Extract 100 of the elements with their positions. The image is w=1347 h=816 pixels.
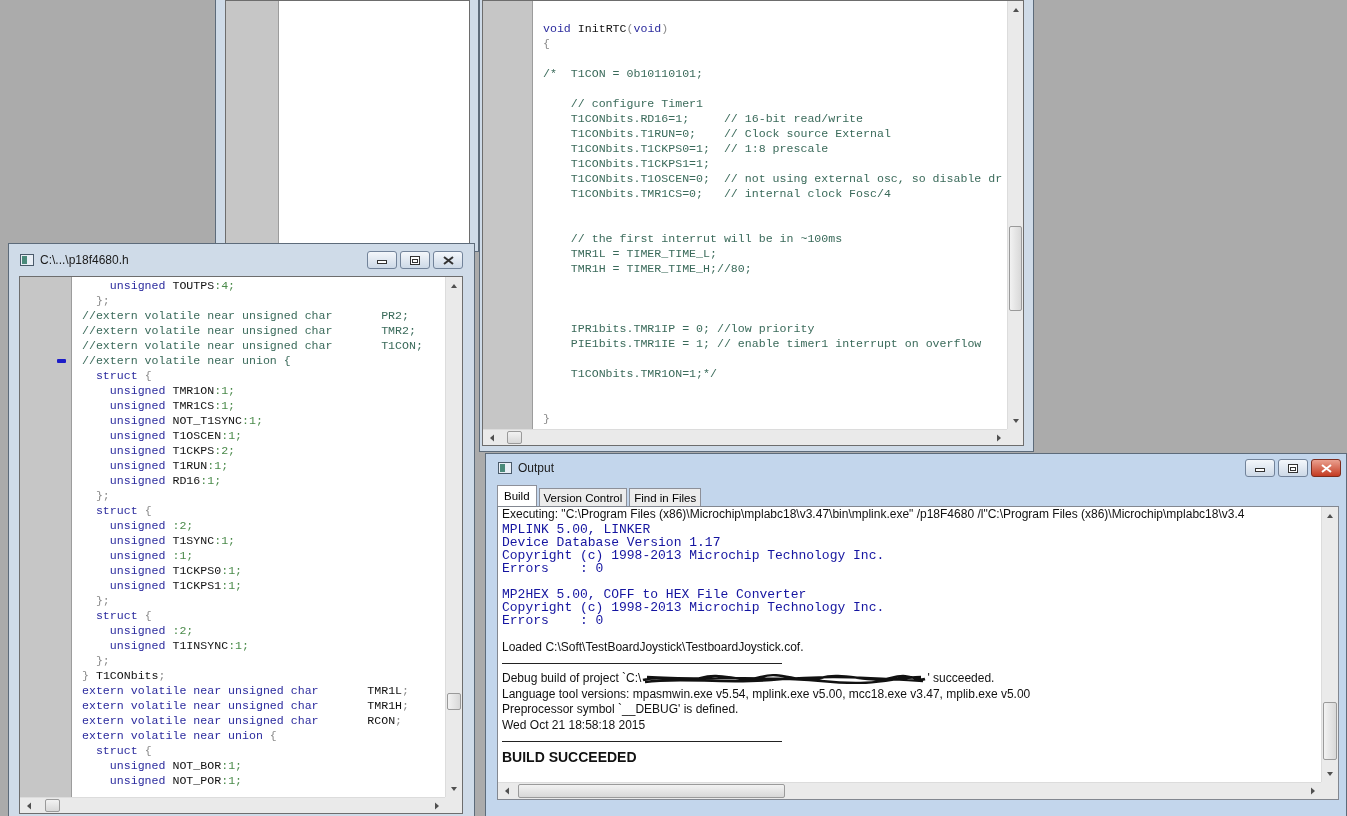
minimize-button[interactable] — [367, 251, 397, 269]
code-line: } T1CONbits; — [82, 668, 166, 683]
horizontal-scrollbar[interactable] — [20, 797, 445, 813]
code-line: unsigned T1CKPS:2; — [108, 443, 236, 458]
output-line: Wed Oct 21 18:58:18 2015 — [502, 717, 647, 733]
code-line: extern volatile near unsigned char TMR1H; — [82, 698, 410, 713]
minimize-button[interactable] — [1245, 459, 1275, 477]
scroll-up-icon — [1011, 6, 1020, 13]
code-line: //extern volatile near unsigned char TMR2; — [82, 323, 416, 338]
code-line: unsigned NOT_BOR:1; — [108, 758, 243, 773]
code-line: unsigned :2; — [108, 623, 194, 638]
output-line: Copyright (c) 1998-2013 Microchip Technology Inc. — [502, 548, 886, 562]
code-line: T1CONbits.T1RUN=0; // Clock source External — [569, 126, 891, 141]
code-line: IPR1bits.TMR1IP = 0; //low priority — [569, 321, 815, 336]
output-line: Device Database Version 1.17 — [502, 535, 722, 549]
horizontal-scrollbar[interactable] — [483, 429, 1007, 445]
output-line: MPLINK 5.00, LINKER — [502, 522, 652, 536]
maximize-icon — [1288, 463, 1298, 473]
maximize-icon — [410, 255, 420, 265]
window-title: C:\...\p18f4680.h — [40, 253, 130, 267]
code-line: extern volatile near union { — [82, 728, 277, 743]
code-line: struct { — [94, 503, 152, 518]
output-line: Errors : 0 — [502, 561, 605, 575]
code-line: unsigned TMR1ON:1; — [108, 383, 236, 398]
code-line: extern volatile near unsigned char RCON; — [82, 713, 403, 728]
maximize-button[interactable] — [1278, 459, 1308, 477]
output-text: ' succeeded. — [927, 671, 995, 687]
code-line: unsigned :1; — [108, 548, 194, 563]
scroll-thumb[interactable] — [507, 431, 522, 444]
code-line: struct { — [94, 368, 152, 383]
code-line: unsigned RD16:1; — [108, 473, 222, 488]
window-icon — [20, 254, 34, 266]
tab[interactable]: Find in Files — [629, 488, 702, 506]
code-line: extern volatile near unsigned char TMR1L; — [82, 683, 410, 698]
output-line: Errors : 0 — [502, 613, 605, 627]
output-text: Debug build of project `C:\ — [502, 671, 642, 687]
code-line: unsigned TMR1CS:1; — [108, 398, 236, 413]
output-line: Executing: "C:\Program Files (x86)\Microchip\mplabc18\v3.47\bin\mplink.exe" /p18F4680 /l"C:\Program Files (x86)\Microchip\mplabc18\v3.4 — [502, 507, 1246, 523]
scroll-up-icon — [1326, 512, 1334, 519]
tab[interactable]: Build — [497, 485, 537, 506]
code-line: unsigned NOT_T1SYNC:1; — [108, 413, 263, 428]
code-line: //extern volatile near union { — [82, 353, 291, 368]
scroll-thumb[interactable] — [518, 784, 785, 798]
code-line: }; — [94, 488, 110, 503]
output-line: Loaded C:\Soft\TestBoardJoystick\TestboardJoystick.cof. — [502, 639, 805, 655]
code-line: //extern volatile near unsigned char T1CON; — [82, 338, 423, 353]
code-line: // the first interrut will be in ~100ms — [569, 231, 843, 246]
scroll-right-icon — [433, 801, 440, 810]
code-line: T1CONbits.TMR1CS=0; // internal clock Fosc/4 — [569, 186, 891, 201]
code-line: unsigned T1CKPS1:1; — [108, 578, 243, 593]
code-line: }; — [94, 593, 110, 608]
code-line: /* T1CON = 0b10110101; — [543, 66, 704, 81]
code-line: unsigned TOUTPS:4; — [108, 278, 236, 293]
scroll-left-icon — [25, 801, 32, 810]
scroll-thumb[interactable] — [447, 693, 461, 710]
code-line: { — [543, 36, 550, 51]
tab[interactable]: Version Control — [538, 488, 628, 506]
code-line: }; — [94, 653, 110, 668]
code-line: struct { — [94, 608, 152, 623]
scroll-down-icon — [450, 785, 458, 792]
build-result: BUILD SUCCEEDED — [502, 749, 638, 766]
scroll-right-icon — [995, 433, 1002, 442]
code-line: T1CONbits.T1CKPS0=1; // 1:8 prescale — [569, 141, 829, 156]
code-line: void InitRTC(void) — [543, 21, 669, 36]
window-icon — [498, 462, 512, 474]
code-line: unsigned T1RUN:1; — [108, 458, 229, 473]
code-line: //extern volatile near unsigned char PR2; — [82, 308, 409, 323]
scroll-thumb[interactable] — [1323, 702, 1337, 760]
scroll-right-icon — [1309, 787, 1316, 795]
scroll-left-icon — [503, 787, 510, 795]
output-line: Copyright (c) 1998-2013 Microchip Technology Inc. — [502, 600, 886, 614]
window-title: Output — [518, 461, 556, 475]
scroll-thumb[interactable] — [1009, 226, 1022, 311]
output-line: Language tool versions: mpasmwin.exe v5.54, mplink.exe v5.00, mcc18.exe v3.47, mplib.exe v5.00 — [502, 686, 1032, 702]
code-line: T1CONbits.T1CKPS1=1; — [569, 156, 710, 171]
code-line: unsigned T1CKPS0:1; — [108, 563, 243, 578]
code-line: unsigned T1SYNC:1; — [108, 533, 236, 548]
code-line: TMR1L = TIMER_TIME_L; — [569, 246, 717, 261]
maximize-button[interactable] — [400, 251, 430, 269]
code-line: T1CONbits.T1OSCEN=0; // not using external osc, so disable dr — [569, 171, 1003, 186]
code-line: TMR1H = TIMER_TIME_H;//80; — [569, 261, 752, 276]
code-line: unsigned NOT_POR:1; — [108, 773, 243, 788]
code-line: unsigned T1INSYNC:1; — [108, 638, 249, 653]
code-line: PIE1bits.TMR1IE = 1; // enable timer1 interrupt on overflow — [569, 336, 982, 351]
scroll-up-icon — [450, 282, 458, 289]
vertical-scrollbar[interactable] — [1007, 1, 1023, 429]
scroll-down-icon — [1326, 770, 1334, 777]
code-line: unsigned :2; — [108, 518, 194, 533]
horizontal-scrollbar[interactable] — [498, 782, 1321, 799]
code-line: // configure Timer1 — [569, 96, 704, 111]
code-line: T1CONbits.RD16=1; // 16-bit read/write — [569, 111, 864, 126]
close-icon — [1320, 463, 1332, 473]
close-button[interactable] — [1311, 459, 1341, 477]
code-line: } — [543, 411, 550, 426]
vertical-scrollbar[interactable] — [445, 277, 462, 797]
scroll-thumb[interactable] — [45, 799, 60, 812]
output-line: Preprocessor symbol `__DEBUG' is defined. — [502, 702, 740, 718]
scroll-left-icon — [488, 433, 495, 442]
close-button[interactable] — [433, 251, 463, 269]
vertical-scrollbar[interactable] — [1321, 507, 1338, 782]
